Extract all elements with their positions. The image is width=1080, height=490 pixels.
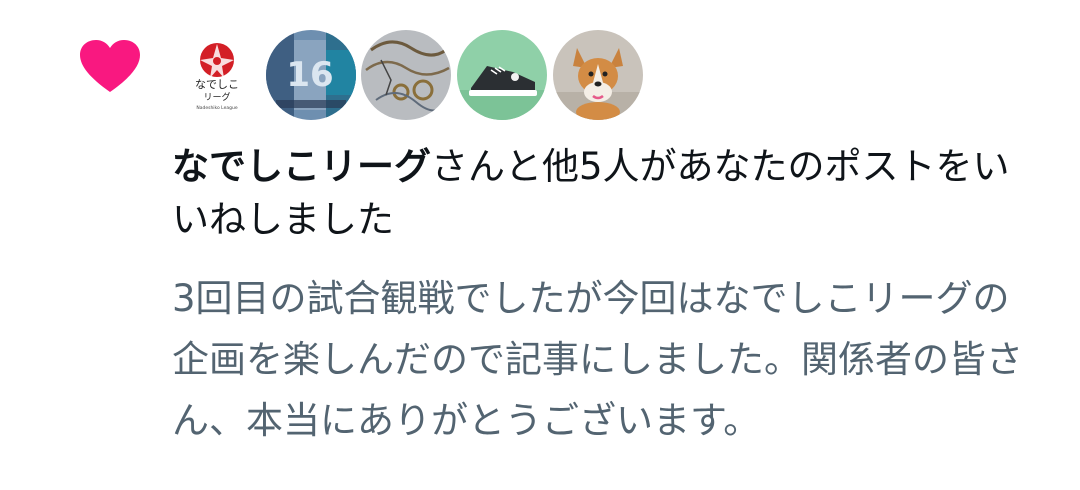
logo-text: なでしこ (195, 78, 239, 91)
like-notification[interactable]: なでしこ リーグ Nadeshiko League 16 なでしこリーグさんと他… (0, 0, 1080, 490)
user-avatar-jersey[interactable]: 16 (266, 30, 356, 120)
nadeshiko-league-avatar[interactable]: なでしこ リーグ Nadeshiko League (172, 30, 262, 120)
notification-message: なでしこリーグさんと他5人があなたのポストをいいねしました (172, 140, 1042, 246)
user-avatar-corgi[interactable] (553, 30, 643, 120)
user-avatar-sneaker[interactable] (457, 30, 547, 120)
post-preview-text[interactable]: 3回目の試合観戦でしたが今回はなでしこリーグの企画を楽しんだので記事にしました。… (172, 268, 1042, 451)
user-avatar-illustration[interactable] (361, 30, 451, 120)
liker-name[interactable]: なでしこリーグ (172, 145, 431, 188)
logo-caption: Nadeshiko League (196, 105, 237, 111)
heart-icon (80, 40, 140, 92)
jersey-number: 16 (286, 55, 333, 95)
logo-sub-text: リーグ (203, 91, 230, 103)
